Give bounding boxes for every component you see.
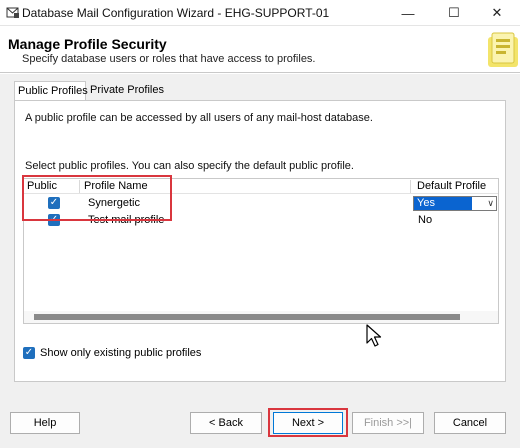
help-button[interactable]: Help	[10, 412, 80, 434]
window-title: Database Mail Configuration Wizard - EHG…	[22, 6, 330, 20]
page-title: Manage Profile Security	[8, 36, 167, 52]
default-profile-value: Yes	[414, 197, 472, 210]
close-button[interactable]: ✕	[474, 0, 520, 26]
tab-private-profiles[interactable]: Private Profiles	[87, 81, 167, 101]
maximize-icon: ☐	[448, 5, 460, 20]
next-button[interactable]: Next >	[273, 412, 343, 434]
checkmark-icon[interactable]: ✓	[48, 197, 60, 209]
close-icon: ✕	[491, 5, 503, 20]
page-subtitle: Specify database users or roles that hav…	[22, 53, 316, 65]
show-only-label: Show only existing public profiles	[40, 347, 202, 359]
wizard-header: Manage Profile Security Specify database…	[0, 27, 520, 73]
checkmark-icon[interactable]: ✓	[48, 214, 60, 226]
back-button[interactable]: < Back	[190, 412, 262, 434]
maximize-button[interactable]: ☐	[431, 0, 477, 26]
profile-name-cell: Synergetic	[88, 197, 140, 209]
grid-header: Public Profile Name Default Profile	[24, 179, 498, 194]
tab-panel: A public profile can be accessed by all …	[14, 100, 506, 382]
checkmark-icon[interactable]: ✓	[23, 347, 35, 359]
select-instructions: Select public profiles. You can also spe…	[25, 160, 354, 172]
wizard-body: Public Profiles Private Profiles A publi…	[0, 74, 520, 448]
profiles-grid: Public Profile Name Default Profile ✓ Sy…	[23, 178, 499, 324]
default-profile-select[interactable]: Yes ∨	[413, 196, 497, 211]
minimize-button[interactable]: —	[385, 0, 431, 26]
table-row[interactable]: ✓ Synergetic Yes ∨	[24, 195, 498, 211]
chevron-down-icon[interactable]: ∨	[487, 197, 494, 210]
finish-button[interactable]: Finish >>|	[352, 412, 424, 434]
cancel-button[interactable]: Cancel	[434, 412, 506, 434]
column-header-default-profile[interactable]: Default Profile	[414, 180, 498, 193]
wizard-art-icon	[488, 32, 518, 67]
database-mail-icon	[6, 7, 19, 18]
panel-description: A public profile can be accessed by all …	[25, 112, 373, 124]
mouse-cursor-icon	[366, 324, 382, 347]
minimize-icon: —	[401, 5, 415, 21]
column-header-profile-name[interactable]: Profile Name	[81, 180, 411, 193]
horizontal-scrollbar[interactable]	[24, 311, 498, 323]
table-row[interactable]: ✓ Test mail profile No	[24, 212, 498, 228]
profile-name-cell: Test mail profile	[88, 214, 165, 226]
column-header-public[interactable]: Public	[24, 180, 80, 193]
default-profile-value[interactable]: No	[418, 212, 432, 228]
tab-public-profiles[interactable]: Public Profiles	[14, 81, 88, 101]
scrollbar-thumb[interactable]	[34, 314, 460, 320]
title-bar: Database Mail Configuration Wizard - EHG…	[0, 0, 520, 26]
